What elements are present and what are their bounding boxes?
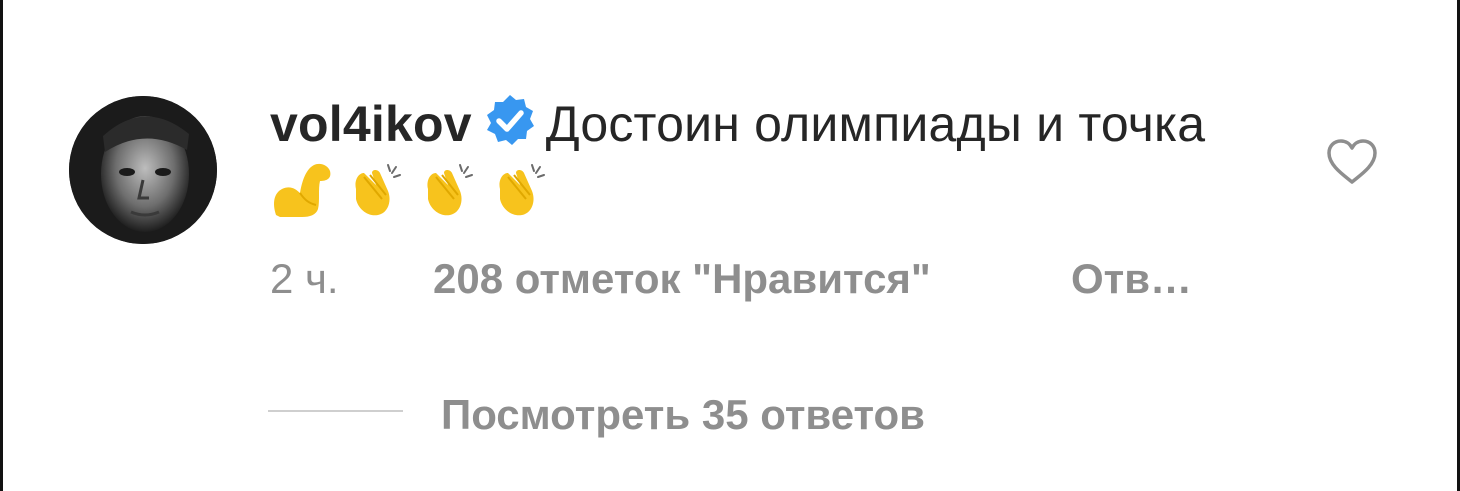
likes-count-button[interactable]: 208 отметок "Нравится" (433, 252, 931, 306)
clapping-hands-emoji-3 (486, 159, 552, 219)
verified-badge-icon (482, 93, 538, 149)
reply-button[interactable]: Отв… (1071, 252, 1192, 306)
comment-panel: vol4ikov Достоин олимпиады и точка 2 ч. … (0, 0, 1460, 491)
avatar-photo (69, 96, 217, 244)
username-link[interactable]: vol4ikov (270, 96, 472, 152)
comment-timestamp: 2 ч. (270, 255, 339, 302)
comment-body: vol4ikov Достоин олимпиады и точка (270, 92, 1250, 220)
clapping-hands-emoji-2 (414, 159, 480, 219)
view-replies-button[interactable]: Посмотреть 35 ответов (441, 388, 925, 442)
replies-divider (268, 410, 403, 412)
flexed-biceps-emoji (270, 159, 336, 219)
clapping-hands-emoji-1 (342, 159, 408, 219)
avatar[interactable] (69, 96, 217, 244)
like-heart-icon[interactable] (1325, 138, 1379, 186)
comment-text: Достоин олимпиады и точка (545, 96, 1206, 152)
